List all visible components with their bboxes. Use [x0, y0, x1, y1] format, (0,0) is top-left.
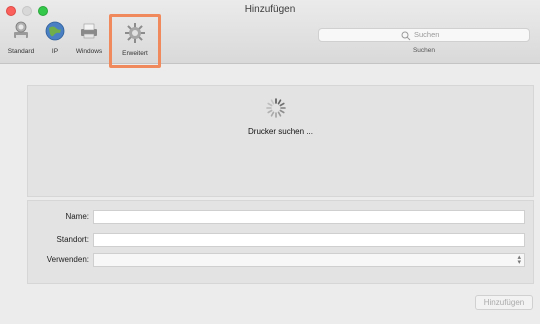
name-field[interactable] [93, 210, 525, 224]
search-label: Suchen [412, 47, 436, 54]
toolbar: Hinzufügen Standard IP Windows Erweitert… [0, 0, 540, 68]
spinner-icon [266, 98, 286, 118]
printer-browser-panel: Drucker suchen ... [27, 85, 534, 197]
window-title: Hinzufügen [244, 4, 296, 15]
globe-icon [45, 21, 65, 41]
toolbar-ip-label: IP [51, 48, 59, 55]
search-field[interactable]: Suchen [318, 28, 530, 42]
name-label: Name: [65, 212, 89, 221]
use-driver-select[interactable]: ▴ ▾ [93, 253, 525, 267]
toolbar-erweitert-label: Erweitert [122, 50, 148, 57]
printer-windows-icon [81, 23, 97, 39]
search-placeholder: Suchen [414, 30, 440, 39]
toolbar-ip-button[interactable]: IP [42, 20, 68, 60]
gear-icon [125, 23, 145, 43]
use-label: Verwenden: [46, 255, 89, 264]
printer-details-form: Name: Standort: Verwenden: ▴ ▾ [27, 200, 534, 284]
location-field[interactable] [93, 233, 525, 247]
add-button[interactable]: Hinzufügen [475, 295, 533, 310]
select-chevron-icon: ▴ ▾ [517, 254, 521, 266]
search-icon [401, 31, 411, 41]
toolbar-windows-label: Windows [75, 48, 103, 55]
toolbar-standard-label: Standard [7, 48, 35, 55]
add-printer-window: Hinzufügen Standard IP Windows Erweitert… [0, 0, 540, 324]
toolbar-erweitert-button[interactable]: Erweitert [109, 14, 161, 68]
location-label: Standort: [56, 235, 89, 244]
printer-standard-icon [14, 21, 28, 38]
toolbar-windows-button[interactable]: Windows [68, 20, 110, 60]
toolbar-standard-button[interactable]: Standard [2, 20, 40, 60]
searching-status-text: Drucker suchen ... [248, 127, 313, 136]
